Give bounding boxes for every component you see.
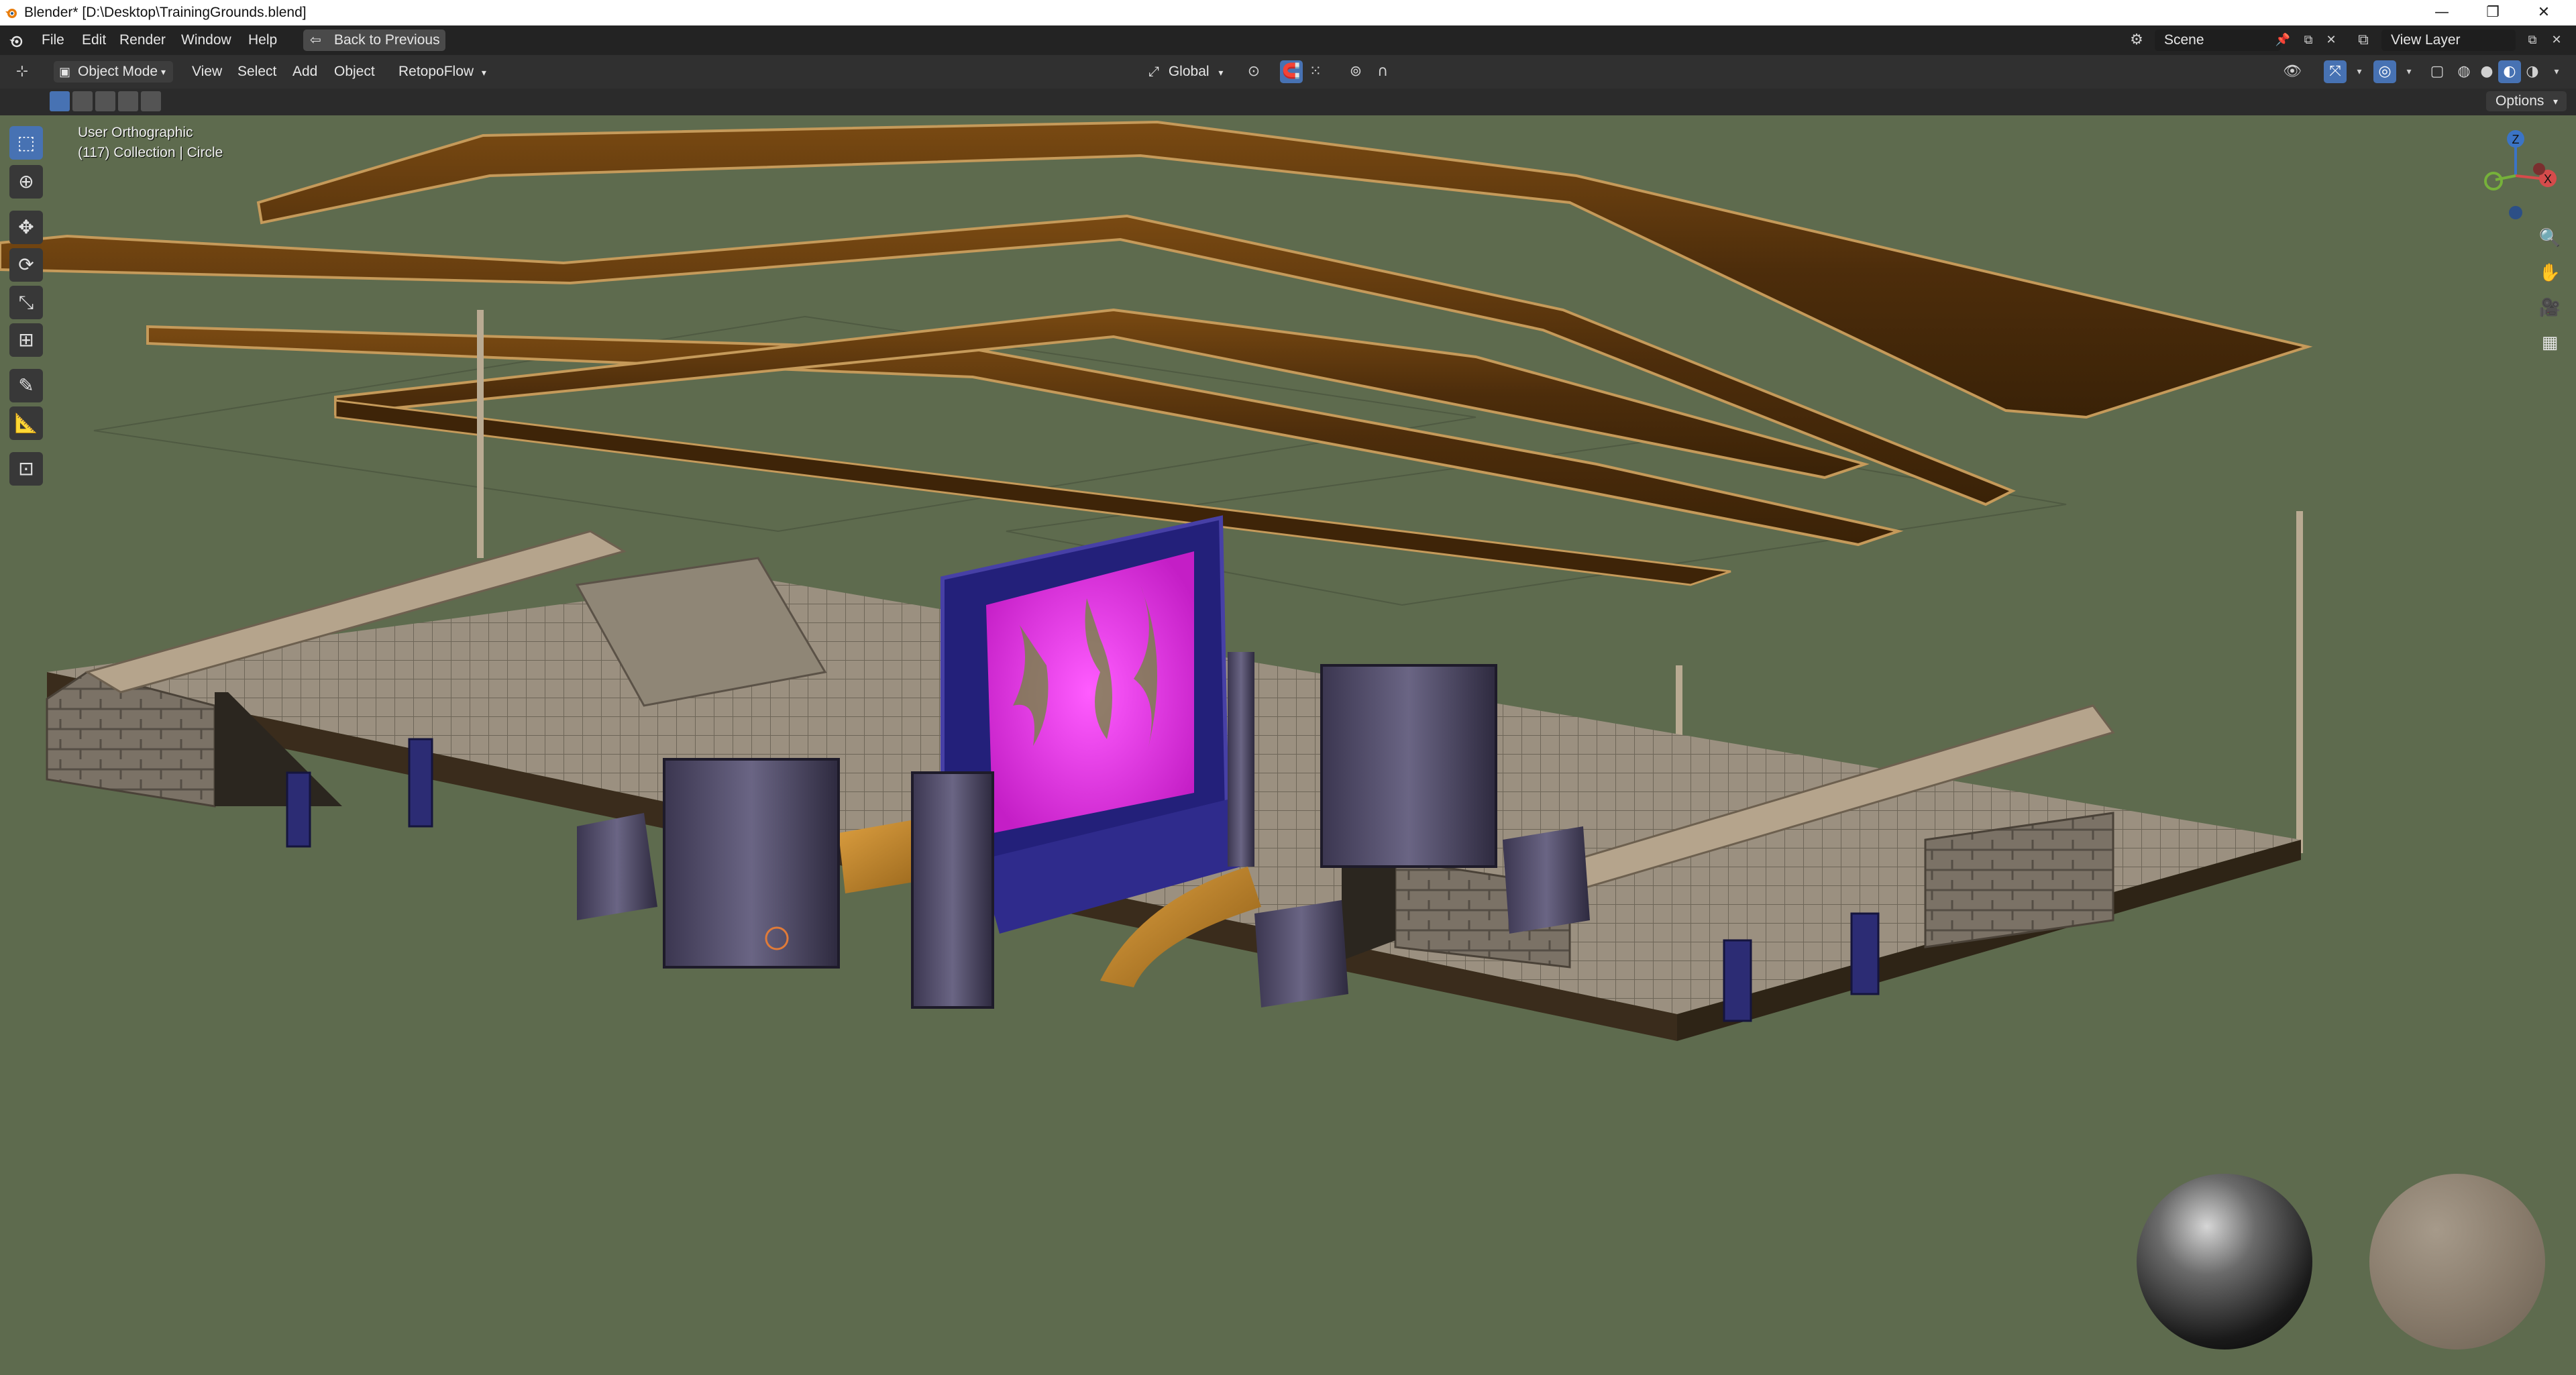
selection-mode-difference-icon[interactable] xyxy=(118,91,138,111)
annotate-icon[interactable]: ✎ xyxy=(9,369,43,402)
chevron-down-icon: ▾ xyxy=(481,67,486,78)
pivot-point-icon[interactable]: ⊙ xyxy=(1242,60,1265,83)
camera-icon[interactable]: 🎥 xyxy=(2534,292,2565,323)
scale-icon[interactable]: ⤡ xyxy=(9,286,43,319)
visibility-icon[interactable]: 👁 xyxy=(2281,60,2304,83)
menu-add[interactable]: Add xyxy=(292,61,317,82)
chevron-down-icon: ▾ xyxy=(161,66,166,77)
minimize-button[interactable]: — xyxy=(2422,0,2462,25)
close-button[interactable]: ✕ xyxy=(2524,0,2564,25)
falloff-icon[interactable]: ∩ xyxy=(1371,60,1394,83)
options-dropdown[interactable]: Options ▾ xyxy=(2486,91,2567,111)
chevron-down-icon: ▾ xyxy=(2553,96,2559,107)
view-layer-field[interactable]: View Layer xyxy=(2381,30,2516,51)
diffuse-preview-sphere[interactable] xyxy=(2369,1174,2545,1350)
delete-scene-icon[interactable]: ✕ xyxy=(2320,29,2343,52)
view-name-label: User Orthographic xyxy=(78,125,193,140)
object-mode-icon: ▣ xyxy=(59,65,71,78)
tool-settings-row: Options ▾ xyxy=(0,89,2576,115)
roof-beams xyxy=(0,120,2313,586)
solid-shading-icon[interactable]: ● xyxy=(2475,60,2498,83)
move-icon[interactable]: ✥ xyxy=(9,211,43,244)
hdri-preview-sphere[interactable] xyxy=(2137,1174,2312,1350)
snap-toggle-icon[interactable]: 🧲 xyxy=(1280,60,1303,83)
menu-window[interactable]: Window xyxy=(177,30,235,51)
window-title-bar: Blender* [D:\Desktop\TrainingGrounds.ble… xyxy=(0,0,2576,25)
selection-mode-extend-icon[interactable] xyxy=(72,91,93,111)
gizmo-toggle-icon[interactable]: ⤧ xyxy=(2324,60,2347,83)
collection-info-label: (117) Collection | Circle xyxy=(78,145,223,160)
proportional-edit-icon[interactable]: ⊚ xyxy=(1344,60,1367,83)
gizmo-x-label: X xyxy=(2544,172,2552,186)
transform-orientation-dropdown[interactable]: ⤢ Global ▾ xyxy=(1148,61,1236,82)
back-arrow-icon: ⇦ xyxy=(310,33,321,48)
blender-logo-icon xyxy=(5,9,17,18)
retopoflow-menu[interactable]: RetopoFlow ▾ xyxy=(398,61,492,82)
scene-field[interactable]: Scene xyxy=(2155,30,2281,51)
zoom-icon[interactable]: 🔍 xyxy=(2534,223,2565,254)
window-title: Blender* [D:\Desktop\TrainingGrounds.ble… xyxy=(24,5,307,20)
rendered-shading-icon[interactable]: ◑ xyxy=(2521,60,2544,83)
back-to-previous-button[interactable]: ⇦ Back to Previous xyxy=(303,30,445,51)
overlay-toggle-icon[interactable]: ◎ xyxy=(2373,60,2396,83)
rotate-icon[interactable]: ⟳ xyxy=(9,248,43,282)
snap-target-icon[interactable]: ⁙ xyxy=(1304,60,1327,83)
mode-dropdown[interactable]: ▣ Object Mode ▾ xyxy=(54,61,173,82)
selection-mode-intersect-icon[interactable] xyxy=(141,91,161,111)
menu-edit[interactable]: Edit xyxy=(78,30,110,51)
3d-viewport[interactable]: Z X User Orthographic (117) Collection |… xyxy=(0,115,2576,1375)
material-preview-icon[interactable]: ◐ xyxy=(2498,60,2521,83)
blender-logo-icon[interactable] xyxy=(8,34,24,48)
new-view-layer-icon[interactable]: ⧉ xyxy=(2521,29,2544,52)
add-cube-icon[interactable]: ⊡ xyxy=(9,452,43,486)
editor-type-icon[interactable]: ⊹ xyxy=(11,60,34,83)
top-bar: File Edit Render Window Help ⇦ Back to P… xyxy=(0,25,2576,56)
chevron-down-icon: ▾ xyxy=(1218,67,1224,78)
menu-render[interactable]: Render xyxy=(115,30,170,51)
cursor-icon[interactable]: ⊕ xyxy=(9,165,43,199)
menu-select[interactable]: Select xyxy=(237,61,276,82)
viewport-header: ⊹ ▣ Object Mode ▾ View Select Add Object… xyxy=(0,55,2576,89)
measure-icon[interactable]: 📐 xyxy=(9,406,43,440)
select-box-icon[interactable]: ⬚ xyxy=(9,126,43,160)
gizmo-z-label: Z xyxy=(2512,133,2520,146)
chevron-down-icon[interactable]: ▾ xyxy=(2398,60,2420,83)
scene-browse-icon[interactable]: ⚙ xyxy=(2125,29,2148,52)
menu-help[interactable]: Help xyxy=(244,30,281,51)
menu-file[interactable]: File xyxy=(38,30,68,51)
navigation-gizmo[interactable]: Z X xyxy=(2484,130,2557,219)
selection-mode-subtract-icon[interactable] xyxy=(95,91,115,111)
restore-button[interactable]: ❐ xyxy=(2473,0,2513,25)
transform-icon[interactable]: ⊞ xyxy=(9,323,43,357)
orientation-icon: ⤢ xyxy=(1148,64,1159,79)
xray-toggle-icon[interactable]: ▢ xyxy=(2426,60,2449,83)
pin-icon[interactable]: 📌 xyxy=(2271,29,2294,52)
new-scene-icon[interactable]: ⧉ xyxy=(2297,29,2320,52)
wireframe-shading-icon[interactable]: ◍ xyxy=(2453,60,2475,83)
menu-object[interactable]: Object xyxy=(334,61,375,82)
chevron-down-icon[interactable]: ▾ xyxy=(2545,60,2568,83)
delete-view-layer-icon[interactable]: ✕ xyxy=(2545,29,2568,52)
grid-icon[interactable]: ▦ xyxy=(2534,327,2565,358)
menu-view[interactable]: View xyxy=(192,61,222,82)
view-layer-browse-icon[interactable]: ⧉ xyxy=(2352,29,2375,52)
selection-mode-new-icon[interactable] xyxy=(50,91,70,111)
chevron-down-icon[interactable]: ▾ xyxy=(2348,60,2371,83)
hand-icon[interactable]: ✋ xyxy=(2534,258,2565,288)
